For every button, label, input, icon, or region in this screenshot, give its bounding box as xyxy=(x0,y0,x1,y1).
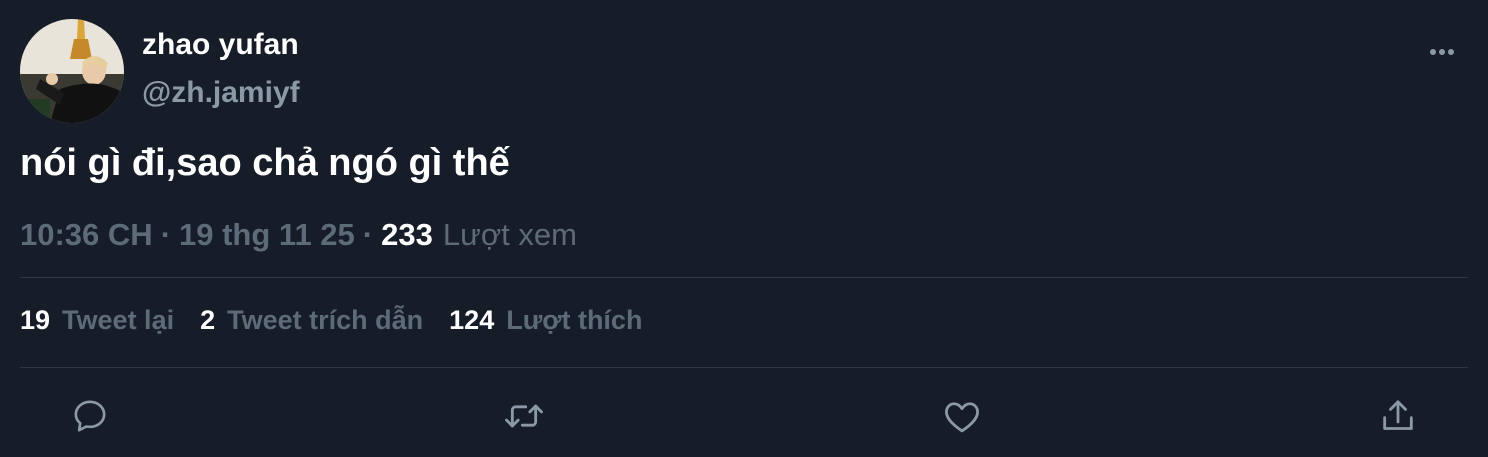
quotes-stat[interactable]: 2 Tweet trích dẫn xyxy=(200,305,423,336)
likes-stat[interactable]: 124 Lượt thích xyxy=(449,305,642,336)
meta-separator: · xyxy=(362,217,374,252)
retweet-button[interactable] xyxy=(502,394,546,438)
tweet-text: nói gì đi,sao chả ngó gì thế xyxy=(20,142,510,184)
tweet-header: zhao yufan @zh.jamiyf xyxy=(20,18,1468,124)
author-name[interactable]: zhao yufan xyxy=(142,28,299,62)
quotes-label: Tweet trích dẫn xyxy=(227,305,424,335)
retweets-count: 19 xyxy=(20,305,51,335)
tweet-card: zhao yufan @zh.jamiyf nói gì đi,sao chả … xyxy=(0,0,1488,457)
likes-count: 124 xyxy=(449,305,495,335)
more-horizontal-icon xyxy=(1430,49,1454,55)
retweet-arrows-icon xyxy=(505,404,543,428)
tweet-stats: 19 Tweet lại 2 Tweet trích dẫn 124 Lượt … xyxy=(20,305,668,336)
meta-separator: · xyxy=(160,217,172,252)
views-label: Lượt xem xyxy=(442,217,577,252)
action-bar xyxy=(0,390,1488,442)
reply-bubble-icon xyxy=(74,400,106,432)
divider xyxy=(20,367,1468,368)
divider xyxy=(20,277,1468,278)
quotes-count: 2 xyxy=(200,305,216,335)
avatar[interactable] xyxy=(20,19,124,123)
author-handle[interactable]: @zh.jamiyf xyxy=(142,76,300,110)
tweet-date[interactable]: 19 thg 11 25 xyxy=(179,217,355,253)
tweet-time[interactable]: 10:36 CH xyxy=(20,217,153,253)
like-button[interactable] xyxy=(940,394,984,438)
share-button[interactable] xyxy=(1376,394,1420,438)
avatar-photo-icon xyxy=(20,19,124,123)
views-count: 233 xyxy=(381,217,433,252)
tweet-meta: 10:36 CH · 19 thg 11 25 · 233 Lượt xem xyxy=(20,217,577,253)
retweets-label: Tweet lại xyxy=(62,305,175,335)
share-upload-icon xyxy=(1383,400,1413,430)
reply-button[interactable] xyxy=(68,394,112,438)
likes-label: Lượt thích xyxy=(506,305,643,335)
heart-icon xyxy=(945,402,979,433)
more-options-button[interactable] xyxy=(1424,44,1460,60)
retweets-stat[interactable]: 19 Tweet lại xyxy=(20,305,174,336)
